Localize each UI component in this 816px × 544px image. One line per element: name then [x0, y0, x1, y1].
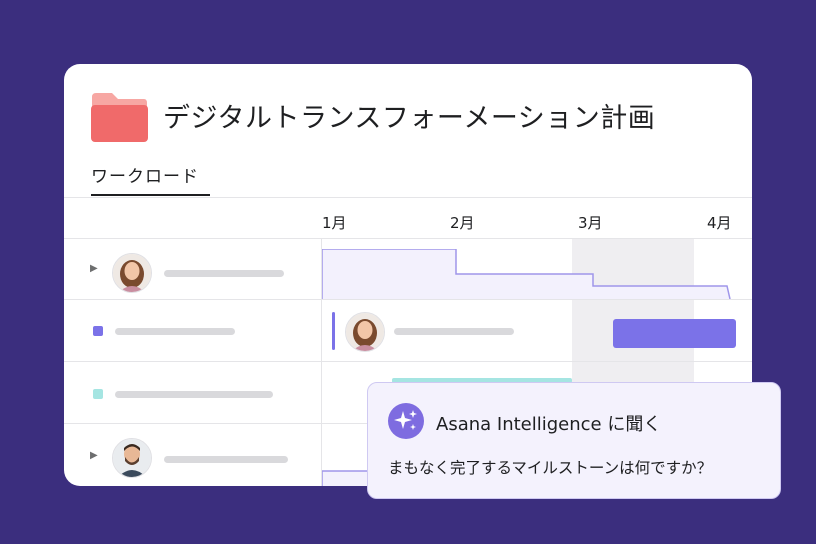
sparkle-icon — [388, 403, 424, 439]
expand-caret-icon[interactable]: ▶ — [90, 263, 98, 274]
workload-chart — [322, 249, 731, 299]
task-start-marker — [332, 312, 335, 350]
name-placeholder — [164, 270, 284, 277]
month-label: 1月 — [322, 214, 347, 232]
avatar[interactable] — [112, 438, 152, 478]
avatar[interactable] — [112, 253, 152, 293]
task-color-marker — [93, 389, 103, 399]
folder-icon — [90, 91, 148, 143]
divider — [64, 238, 752, 239]
divider — [64, 299, 752, 300]
expand-caret-icon[interactable]: ▶ — [90, 450, 98, 461]
task-color-marker — [93, 326, 103, 336]
task-name-placeholder — [115, 328, 235, 335]
name-placeholder — [164, 456, 288, 463]
month-label: 2月 — [450, 214, 475, 232]
task-name-placeholder — [115, 391, 273, 398]
page-title: デジタルトランスフォーメーション計画 — [163, 103, 656, 134]
task-name-placeholder — [394, 328, 514, 335]
ai-suggested-question[interactable]: まもなく完了するマイルストーンは何ですか？ — [388, 456, 712, 478]
ai-prompt-card[interactable]: Asana Intelligence に聞く まもなく完了するマイルストーンは何… — [367, 382, 781, 499]
avatar[interactable] — [345, 312, 385, 352]
month-label: 3月 — [578, 214, 603, 232]
divider — [64, 361, 752, 362]
ai-prompt-title: Asana Intelligence に聞く — [436, 414, 662, 435]
divider — [64, 197, 752, 198]
month-label: 4月 — [707, 214, 732, 232]
tab-workload[interactable]: ワークロード — [91, 160, 210, 196]
task-bar[interactable] — [613, 319, 736, 348]
